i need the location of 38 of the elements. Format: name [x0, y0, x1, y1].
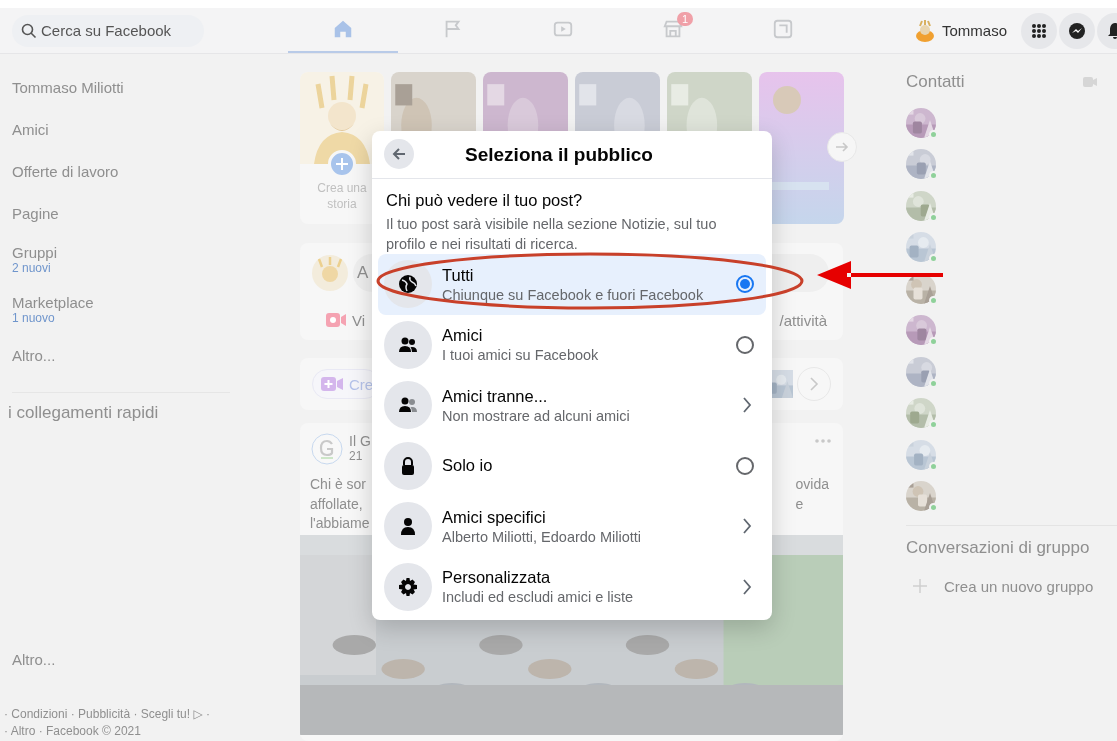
- post-text: affollate,: [310, 494, 364, 514]
- sidebar-item[interactable]: Pagine: [12, 205, 290, 222]
- audience-option[interactable]: Amici I tuoi amici su Facebook: [378, 314, 766, 375]
- audience-option[interactable]: Solo io: [378, 435, 766, 496]
- search-field[interactable]: Cerca su Facebook: [12, 14, 204, 47]
- new-group-link[interactable]: Crea un nuovo gruppo: [944, 577, 1094, 595]
- composer-action[interactable]: /attività: [779, 311, 827, 329]
- sidebar-item[interactable]: Altro...: [12, 651, 290, 668]
- composer-action[interactable]: Vi: [352, 311, 366, 329]
- nav-tab[interactable]: 1: [618, 8, 728, 53]
- footer-links[interactable]: · Altro · Facebook © 2021: [4, 723, 290, 740]
- description-text: Il tuo post sarà visibile nella sezione Notizie, sul tuo profilo e nei risultati di ricerca.: [386, 215, 718, 254]
- sidebar-item[interactable]: Offerte di lavoro: [12, 163, 290, 180]
- section-title: Contatti: [906, 72, 965, 92]
- sidebar-item[interactable]: Altro...: [12, 347, 290, 364]
- sidebar-item[interactable]: Gruppi: [12, 244, 290, 261]
- sidebar-note: 1 nuovo: [12, 311, 56, 325]
- audience-option[interactable]: Amici tranne... Non mostrare ad alcuni amici: [378, 375, 766, 436]
- audience-option[interactable]: Tutti Chiunque su Facebook e fuori Facebook: [378, 254, 766, 315]
- footer-links[interactable]: · Condizioni · Pubblicità · Scegli tu! ▷ ·: [4, 706, 290, 723]
- sidebar-item[interactable]: Tommaso Miliotti: [12, 79, 290, 96]
- sidebar-note: 2 nuovi: [12, 261, 52, 275]
- section-title: Conversazioni di gruppo: [906, 538, 1091, 558]
- post-text: l'abbiame: [310, 514, 370, 533]
- notification-badge: 1: [677, 11, 694, 26]
- question-text: Chi può vedere il tuo post?: [386, 191, 584, 210]
- post-author[interactable]: Il G: [349, 433, 371, 449]
- sidebar-item[interactable]: Marketplace: [12, 294, 290, 311]
- post-text: e: [795, 494, 805, 514]
- post-text: Chi è sor: [310, 475, 368, 494]
- profile-name[interactable]: Tommaso: [942, 22, 1008, 39]
- dialog-title: Seleziona il pubblico: [465, 143, 653, 166]
- section-title: i collegamenti rapidi: [8, 403, 160, 423]
- audience-option[interactable]: Amici specifici Alberto Miliotti, Edoardo Miliotti: [378, 496, 766, 557]
- post-text: ovida: [795, 475, 829, 494]
- sidebar-item[interactable]: Amici: [12, 121, 290, 138]
- post-time: 21: [349, 449, 363, 463]
- audience-option[interactable]: Personalizzata Includi ed escludi amici e liste: [378, 556, 766, 617]
